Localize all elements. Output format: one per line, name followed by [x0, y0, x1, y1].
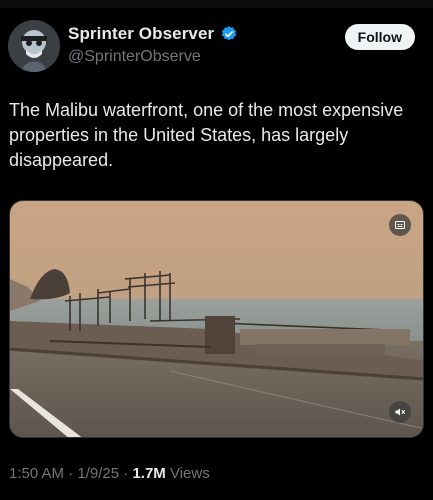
tweet-date[interactable]: 1/9/25 [77, 465, 119, 482]
author-info: Sprinter Observer @SprinterObserve [68, 24, 238, 66]
captions-icon [395, 221, 405, 229]
captions-button[interactable] [389, 214, 411, 236]
mute-button[interactable] [389, 401, 411, 423]
avatar-image [8, 20, 60, 72]
tweet-header: Sprinter Observer @SprinterObserve Follo… [8, 18, 425, 74]
verified-badge-icon [222, 26, 237, 41]
views-label: Views [169, 465, 210, 482]
views-count[interactable]: 1.7M [132, 465, 165, 482]
tweet-meta: 1:50 AM · 1/9/25 · 1.7M Views [9, 465, 210, 482]
display-name-row: Sprinter Observer [68, 24, 238, 44]
tweet-text: The Malibu waterfront, one of the most e… [9, 100, 404, 170]
video-frame [10, 201, 423, 437]
handle[interactable]: @SprinterObserve [68, 48, 238, 66]
top-strip [0, 0, 433, 8]
display-name[interactable]: Sprinter Observer [68, 24, 214, 44]
meta-separator: · [68, 465, 74, 482]
meta-separator: · [123, 465, 129, 482]
media-video[interactable] [9, 200, 424, 438]
avatar[interactable] [8, 20, 60, 72]
volume-muted-icon [395, 408, 405, 416]
follow-button[interactable]: Follow [344, 24, 415, 50]
tweet-time[interactable]: 1:50 AM [9, 465, 64, 482]
